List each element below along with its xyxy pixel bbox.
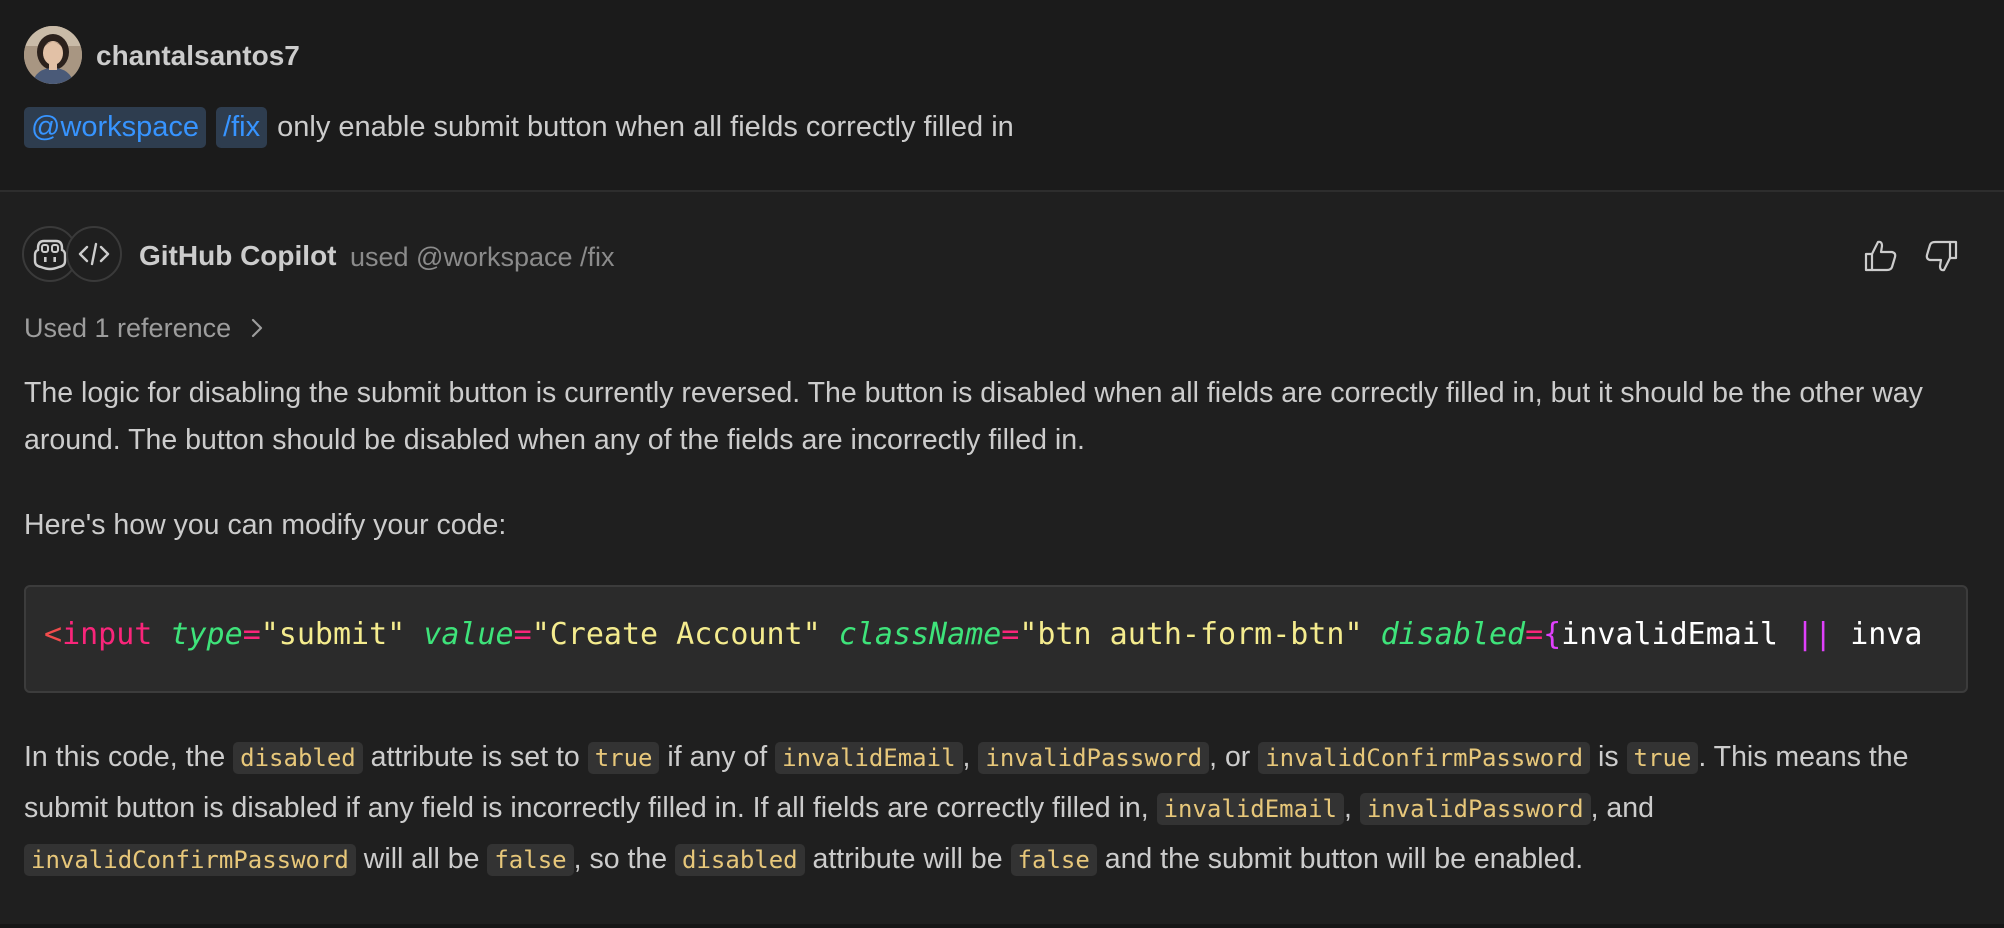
code-token: type bbox=[170, 617, 243, 652]
inline-code: true bbox=[1626, 742, 1699, 774]
code-token: className bbox=[838, 617, 1002, 652]
assistant-response: GitHub Copilot used @workspace /fix Used… bbox=[0, 192, 2004, 928]
code-token: { bbox=[1543, 617, 1562, 652]
explanation-text: will all be bbox=[355, 843, 488, 875]
assistant-name: GitHub Copilot bbox=[139, 240, 337, 271]
inline-code: invalidEmail bbox=[1156, 793, 1344, 825]
explanation-text: attribute is set to bbox=[362, 741, 588, 773]
inline-code: disabled bbox=[675, 844, 805, 876]
explanation-text: , or bbox=[1209, 741, 1259, 773]
code-token: value bbox=[423, 617, 514, 652]
response-paragraph-1: The logic for disabling the submit butto… bbox=[24, 377, 1923, 456]
inline-code: false bbox=[487, 844, 574, 876]
inline-code: invalidPassword bbox=[978, 742, 1210, 774]
code-token: || bbox=[1796, 617, 1833, 652]
code-token: invalidEmail bbox=[1561, 617, 1778, 652]
code-token: inva bbox=[1850, 617, 1923, 652]
inline-code: invalidConfirmPassword bbox=[24, 844, 356, 876]
thumbs-down-icon[interactable] bbox=[1922, 236, 1962, 276]
code-token: = bbox=[1525, 617, 1544, 652]
response-paragraph-3: In this code, the disabled attribute is … bbox=[24, 732, 1979, 885]
inline-code: invalidPassword bbox=[1359, 793, 1591, 825]
explanation-text: , so the bbox=[573, 843, 676, 875]
user-prompt: @workspace /fix only enable submit butto… bbox=[24, 104, 1014, 150]
chevron-right-icon bbox=[252, 318, 263, 338]
user-message: chantalsantos7 @workspace /fix only enab… bbox=[0, 0, 2004, 192]
inline-code: false bbox=[1010, 844, 1097, 876]
divider bbox=[0, 924, 2004, 928]
code-block[interactable]: <input type="submit" value="Create Accou… bbox=[24, 585, 1968, 693]
code-token: = bbox=[242, 617, 261, 652]
explanation-text: is bbox=[1590, 741, 1627, 773]
code-token: "submit" bbox=[260, 617, 406, 652]
explanation-text: , bbox=[1343, 792, 1360, 824]
inline-code: invalidEmail bbox=[775, 742, 963, 774]
references-label: Used 1 reference bbox=[24, 312, 232, 343]
code-icon bbox=[66, 226, 122, 282]
response-paragraph-2: Here's how you can modify your code: bbox=[24, 509, 507, 541]
inline-code: disabled bbox=[233, 742, 363, 774]
thumbs-up-icon[interactable] bbox=[1860, 236, 1900, 276]
code-token: = bbox=[513, 617, 532, 652]
explanation-text: In this code, the bbox=[24, 741, 234, 773]
code-token: input bbox=[62, 617, 153, 652]
username: chantalsantos7 bbox=[96, 40, 300, 71]
user-avatar[interactable] bbox=[24, 26, 82, 84]
explanation-text: if any of bbox=[659, 741, 776, 773]
code-token: "btn auth-form-btn" bbox=[1019, 617, 1363, 652]
explanation-text: and the submit button will be enabled. bbox=[1096, 843, 1584, 875]
explanation-text: attribute will be bbox=[804, 843, 1011, 875]
inline-code: invalidConfirmPassword bbox=[1258, 742, 1591, 774]
code-token: = bbox=[1001, 617, 1020, 652]
inline-code: true bbox=[587, 742, 660, 774]
references-toggle[interactable]: Used 1 reference bbox=[24, 308, 267, 348]
explanation-text: , bbox=[962, 741, 979, 773]
code-token: < bbox=[44, 617, 63, 652]
explanation-text: , and bbox=[1590, 792, 1654, 824]
fix-command-chip[interactable]: /fix bbox=[216, 106, 268, 148]
prompt-text: only enable submit button when all field… bbox=[277, 110, 1014, 143]
code-token: "Create Account" bbox=[531, 617, 821, 652]
code-token: disabled bbox=[1380, 617, 1526, 652]
assistant-meta: used @workspace /fix bbox=[350, 242, 615, 272]
workspace-mention-chip[interactable]: @workspace bbox=[24, 106, 207, 148]
code-line: <input type="submit" value="Create Accou… bbox=[44, 617, 1922, 652]
